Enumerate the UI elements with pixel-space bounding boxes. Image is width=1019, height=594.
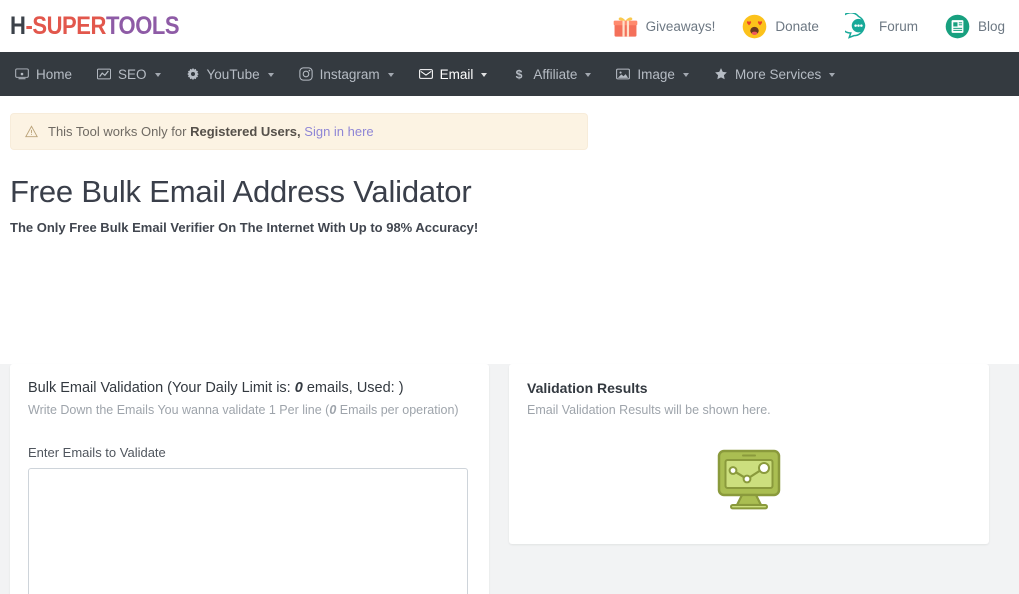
alert-message: This Tool works Only for Registered User… — [48, 124, 374, 139]
image-icon — [616, 68, 631, 80]
results-illustration — [527, 449, 971, 511]
chevron-down-icon — [682, 73, 689, 77]
site-header: H - SUPER TOOLS Giveaways! Donate Forum … — [0, 0, 1019, 52]
logo-dash: - — [25, 11, 33, 40]
chevron-down-icon — [154, 73, 161, 77]
dollar-icon: $ — [516, 68, 523, 81]
results-card-description: Email Validation Results will be shown h… — [527, 403, 771, 417]
chevron-down-icon — [481, 73, 488, 77]
svg-text:$: $ — [516, 68, 523, 81]
nav-item-seo[interactable]: SEO — [90, 52, 179, 96]
page-body: This Tool works Only for Registered User… — [0, 113, 1019, 594]
emails-field-label: Enter Emails to Validate — [28, 445, 166, 460]
nav-item-image[interactable]: Image — [609, 52, 707, 96]
nav-item-label: Email — [439, 66, 474, 82]
nav-item-label: Image — [637, 66, 675, 82]
nav-item-label: Instagram — [319, 66, 380, 82]
nav-item-youtube[interactable]: YouTube — [179, 52, 292, 96]
page-title: Free Bulk Email Address Validator — [10, 174, 472, 209]
registered-users-alert: This Tool works Only for Registered User… — [10, 113, 588, 150]
home-icon — [15, 68, 29, 80]
left-card-title: Bulk Email Validation (Your Daily Limit … — [28, 380, 471, 396]
instagram-icon — [298, 67, 313, 81]
header-link-label: Donate — [775, 18, 819, 34]
bulk-email-validation-card: Bulk Email Validation (Your Daily Limit … — [10, 364, 489, 594]
panels-container: Bulk Email Validation (Your Daily Limit … — [0, 364, 1019, 594]
monitor-chart-icon — [717, 449, 781, 510]
nav-item-email[interactable]: Email — [412, 52, 506, 96]
results-card-title: Validation Results — [527, 380, 648, 396]
header-link-forum[interactable]: Forum — [844, 12, 918, 40]
daily-limit-value: 0 — [294, 380, 303, 396]
header-link-blog[interactable]: Blog — [944, 13, 1005, 40]
nav-item-label: SEO — [118, 66, 147, 82]
header-links: Giveaways! Donate Forum Blog — [612, 12, 1005, 40]
nav-item-affiliate[interactable]: $ Affiliate — [505, 52, 609, 96]
chevron-down-icon — [387, 73, 394, 77]
sign-in-link[interactable]: Sign in here — [304, 124, 373, 139]
heart-eyes-icon — [741, 13, 768, 40]
header-link-label: Forum — [878, 18, 918, 34]
header-link-label: Blog — [977, 18, 1005, 34]
news-icon — [944, 13, 971, 40]
left-card-title-before: Bulk Email Validation (Your Daily Limit … — [28, 380, 295, 396]
gift-icon — [612, 13, 639, 40]
nav-item-home[interactable]: Home — [8, 52, 90, 96]
logo-part-h: H — [10, 11, 26, 40]
validation-results-card: Validation Results Email Validation Resu… — [509, 364, 989, 544]
chevron-down-icon — [829, 73, 836, 77]
chevron-down-icon — [585, 73, 592, 77]
left-card-title-after: emails, Used: ) — [302, 380, 404, 396]
envelope-icon — [418, 69, 433, 79]
desc-after: Emails per operation) — [336, 403, 459, 417]
emails-input[interactable] — [28, 468, 468, 594]
nav-item-instagram[interactable]: Instagram — [292, 52, 412, 96]
left-card-description: Write Down the Emails You wanna validate… — [28, 403, 471, 417]
gear-icon — [186, 68, 199, 80]
nav-item-label: Home — [36, 66, 73, 82]
warning-triangle-icon — [25, 125, 38, 138]
star-icon — [715, 68, 727, 80]
chart-icon — [97, 68, 111, 80]
nav-item-label: Affiliate — [533, 66, 578, 82]
logo-part-super: SUPER — [32, 11, 106, 40]
nav-item-more-services[interactable]: More Services — [707, 52, 853, 96]
header-link-giveaways[interactable]: Giveaways! — [612, 13, 716, 40]
alert-text-before: This Tool works Only for — [48, 124, 191, 139]
desc-before: Write Down the Emails You wanna validate… — [28, 403, 330, 417]
page-subtitle: The Only Free Bulk Email Verifier On The… — [10, 220, 479, 235]
header-link-donate[interactable]: Donate — [741, 13, 819, 40]
header-link-label: Giveaways! — [645, 18, 716, 34]
nav-item-label: YouTube — [206, 66, 260, 82]
logo-part-tools: TOOLS — [105, 11, 180, 40]
main-navbar: Home SEO YouTube Instagram Email $ Affil… — [0, 52, 1019, 96]
forum-icon — [844, 12, 872, 40]
alert-text-bold: Registered Users, — [190, 124, 301, 139]
site-logo[interactable]: H - SUPER TOOLS — [10, 11, 180, 41]
nav-item-label: More Services — [734, 66, 822, 82]
chevron-down-icon — [267, 73, 274, 77]
